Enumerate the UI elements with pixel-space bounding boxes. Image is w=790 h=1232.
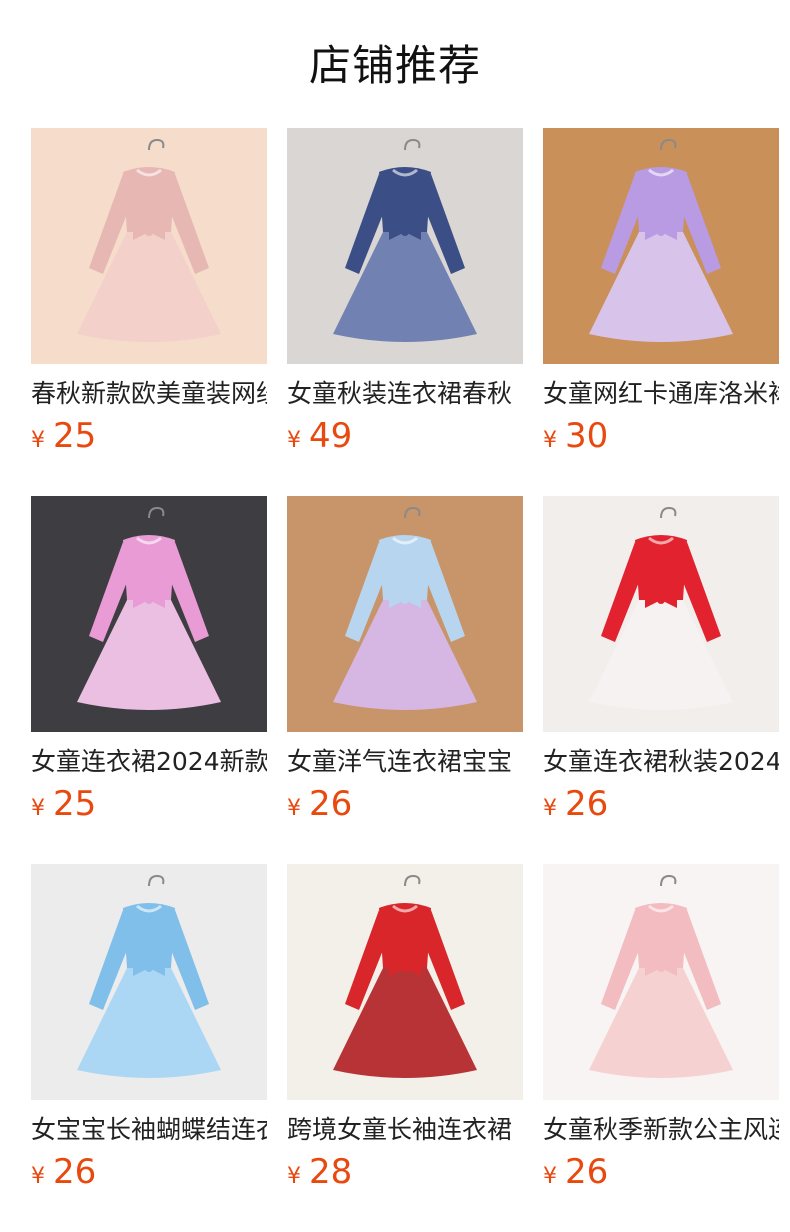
price-value: 30 [565,416,609,456]
product-card[interactable]: 春秋新款欧美童装网纱 ¥25 [31,128,267,496]
currency-symbol: ¥ [31,796,45,821]
product-price: ¥26 [31,1152,267,1198]
dress-illustration [31,496,267,732]
product-image[interactable] [287,496,523,732]
product-image[interactable] [543,864,779,1100]
price-value: 26 [565,1152,609,1192]
price-value: 26 [565,784,609,824]
product-card[interactable]: 女童连衣裙2024新款 ¥25 [31,496,267,864]
product-name[interactable]: 女童秋季新款公主风连 [543,1114,779,1146]
price-value: 25 [53,784,97,824]
currency-symbol: ¥ [543,796,557,821]
price-value: 49 [309,416,353,456]
currency-symbol: ¥ [287,1164,301,1189]
product-card[interactable]: 跨境女童长袖连衣裙 ¥28 [287,864,523,1232]
product-image[interactable] [31,496,267,732]
product-card[interactable]: 女童洋气连衣裙宝宝 ¥26 [287,496,523,864]
product-image[interactable] [543,128,779,364]
product-image[interactable] [287,128,523,364]
product-card[interactable]: 女童秋装连衣裙春秋 ¥49 [287,128,523,496]
price-value: 28 [309,1152,353,1192]
product-price: ¥28 [287,1152,523,1198]
price-value: 25 [53,416,97,456]
dress-illustration [543,128,779,364]
dress-illustration [543,496,779,732]
dress-illustration [287,864,523,1100]
product-image[interactable] [543,496,779,732]
product-name[interactable]: 女宝宝长袖蝴蝶结连衣 [31,1114,267,1146]
currency-symbol: ¥ [543,1164,557,1189]
product-name[interactable]: 跨境女童长袖连衣裙 [287,1114,523,1146]
currency-symbol: ¥ [543,428,557,453]
dress-illustration [31,864,267,1100]
page-title: 店铺推荐 [308,41,481,90]
product-price: ¥30 [543,416,779,462]
product-name[interactable]: 女童网红卡通库洛米裙 [543,378,779,410]
dress-illustration [287,128,523,364]
product-price: ¥26 [543,1152,779,1198]
product-name[interactable]: 女童秋装连衣裙春秋 [287,378,523,410]
currency-symbol: ¥ [287,428,301,453]
product-name[interactable]: 女童洋气连衣裙宝宝 [287,746,523,778]
price-value: 26 [53,1152,97,1192]
product-image[interactable] [287,864,523,1100]
product-card[interactable]: 女童网红卡通库洛米裙 ¥30 [543,128,779,496]
price-value: 26 [309,784,353,824]
product-card[interactable]: 女童连衣裙秋装2024 ¥26 [543,496,779,864]
currency-symbol: ¥ [31,1164,45,1189]
product-price: ¥26 [287,784,523,830]
product-grid: 春秋新款欧美童装网纱 ¥25 女童秋装连衣裙春秋 ¥49 女童网红卡通库洛米裙 … [31,128,790,1232]
product-image[interactable] [31,128,267,364]
product-name[interactable]: 春秋新款欧美童装网纱 [31,378,267,410]
dress-illustration [287,496,523,732]
product-price: ¥25 [31,784,267,830]
product-card[interactable]: 女童秋季新款公主风连 ¥26 [543,864,779,1232]
product-name[interactable]: 女童连衣裙秋装2024 [543,746,779,778]
product-price: ¥25 [31,416,267,462]
dress-illustration [31,128,267,364]
product-card[interactable]: 女宝宝长袖蝴蝶结连衣 ¥26 [31,864,267,1232]
currency-symbol: ¥ [287,796,301,821]
dress-illustration [543,864,779,1100]
product-price: ¥49 [287,416,523,462]
product-name[interactable]: 女童连衣裙2024新款 [31,746,267,778]
currency-symbol: ¥ [31,428,45,453]
product-image[interactable] [31,864,267,1100]
product-price: ¥26 [543,784,779,830]
